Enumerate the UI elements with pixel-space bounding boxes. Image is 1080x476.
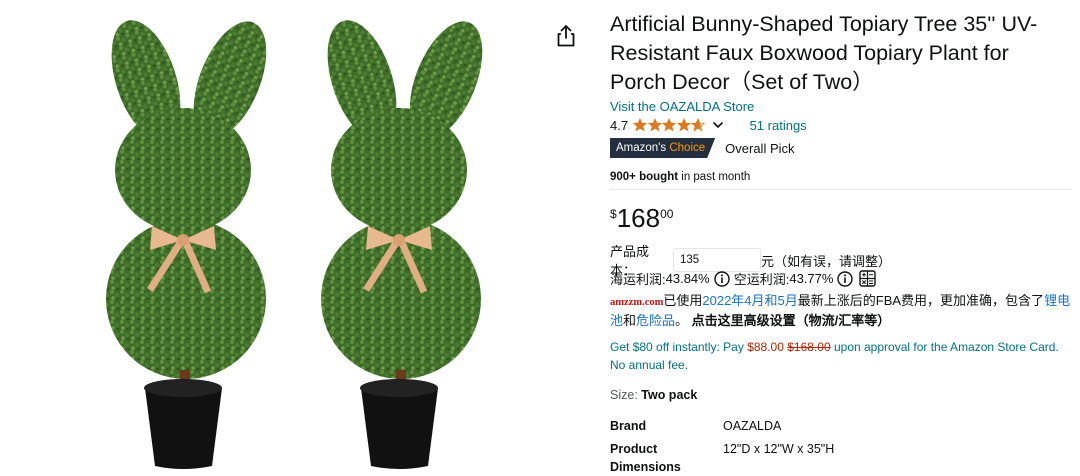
offer-old-price: $168.00 <box>787 340 831 354</box>
divider <box>610 189 1072 190</box>
price-whole: 168 <box>616 203 661 233</box>
price: $ 168 00 <box>610 204 673 232</box>
spec-key: Brand <box>610 419 647 433</box>
bought-rest: in past month <box>678 171 751 183</box>
amazons-choice-badge[interactable]: Amazon's Choice <box>610 138 715 158</box>
size-value: Two pack <box>641 388 698 402</box>
calculator-icon[interactable] <box>859 270 877 287</box>
note-text: 和 <box>623 313 637 328</box>
price-symbol: $ <box>610 207 617 221</box>
star-icon <box>691 118 706 132</box>
advanced-settings-link[interactable]: 点击这里高级设置（物流/汇率等） <box>688 313 891 328</box>
star-icon <box>633 118 648 132</box>
badge-subtext: Overall Pick <box>725 140 795 156</box>
store-card-offer[interactable]: Get $80 off instantly: Pay $88.00 $168.0… <box>610 338 1072 374</box>
store-link[interactable]: Visit the OAZALDA Store <box>610 99 754 114</box>
price-fraction: 00 <box>660 207 674 221</box>
amzzm-logo[interactable]: amzzm.com <box>610 297 663 308</box>
spec-value: 12"D x 12"W x 35"H <box>723 442 835 456</box>
air-profit-value: 43.77% <box>789 271 834 286</box>
note-text: 已使用 <box>663 293 703 308</box>
product-title: Artificial Bunny-Shaped Topiary Tree 35'… <box>610 12 1038 94</box>
spec-key: Product Dimensions <box>610 442 681 474</box>
plugin-fba-note: amzzm.com已使用2022年4月和5月最新上涨后的FBA费用，更加准确，包… <box>610 292 1072 330</box>
spec-row: Product Dimensions 12"D x 12"W x 35"H <box>610 440 834 476</box>
chevron-down-icon[interactable] <box>712 119 724 131</box>
size-label: Size: <box>610 388 642 402</box>
topiary-right <box>321 20 483 469</box>
sea-profit-label: 海运利润: <box>610 272 666 287</box>
rating-row: 4.7 51 ratings <box>610 117 807 133</box>
spec-value: OAZALDA <box>723 419 782 433</box>
sea-profit-value: 43.84% <box>665 271 710 286</box>
note-text: 最新上涨后的FBA费用，更加准确，包含了 <box>797 293 1045 308</box>
star-icon <box>647 118 662 132</box>
offer-pay-price: $88.00 <box>747 340 784 354</box>
spec-row: Brand OAZALDA <box>610 417 781 435</box>
profit-row: 海运利润: 43.84% 空运利润: 43.77% <box>610 269 877 288</box>
cost-suffix: 元（如有误，请调整） <box>761 253 892 269</box>
size-row: Size: Two pack <box>610 388 697 402</box>
info-icon[interactable] <box>837 270 854 287</box>
hazmat-link[interactable]: 危险品 <box>636 313 675 328</box>
info-icon[interactable] <box>714 270 730 287</box>
note-date: 2022年4月和5月 <box>702 293 798 308</box>
badge-choice-label: Choice <box>669 142 706 154</box>
bought-count: 900+ bought <box>610 171 679 183</box>
rating-value: 4.7 <box>610 117 629 133</box>
star-icon <box>676 118 691 132</box>
bought-in-past-month: 900+ bought in past month <box>610 171 750 183</box>
share-icon[interactable] <box>555 24 577 48</box>
badge-label: Amazon's <box>616 142 667 154</box>
air-profit-label: 空运利润: <box>733 272 790 287</box>
note-text: 。 <box>675 313 689 328</box>
product-image[interactable] <box>0 0 545 475</box>
star-rating[interactable] <box>633 118 706 132</box>
amazons-choice-row: Amazon's Choice Overall Pick <box>610 138 795 158</box>
offer-text: Get $80 off instantly: Pay <box>610 340 748 354</box>
topiary-left <box>106 20 267 469</box>
ratings-count-link[interactable]: 51 ratings <box>750 118 807 133</box>
star-icon <box>662 118 677 132</box>
